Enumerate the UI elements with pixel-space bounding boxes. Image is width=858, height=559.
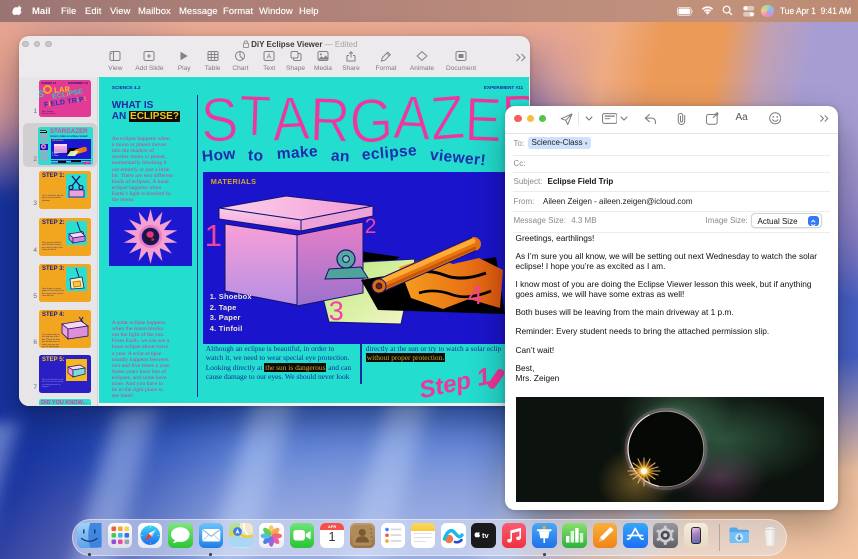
svg-text:A: A bbox=[267, 53, 272, 60]
svg-text:tv: tv bbox=[482, 531, 489, 540]
